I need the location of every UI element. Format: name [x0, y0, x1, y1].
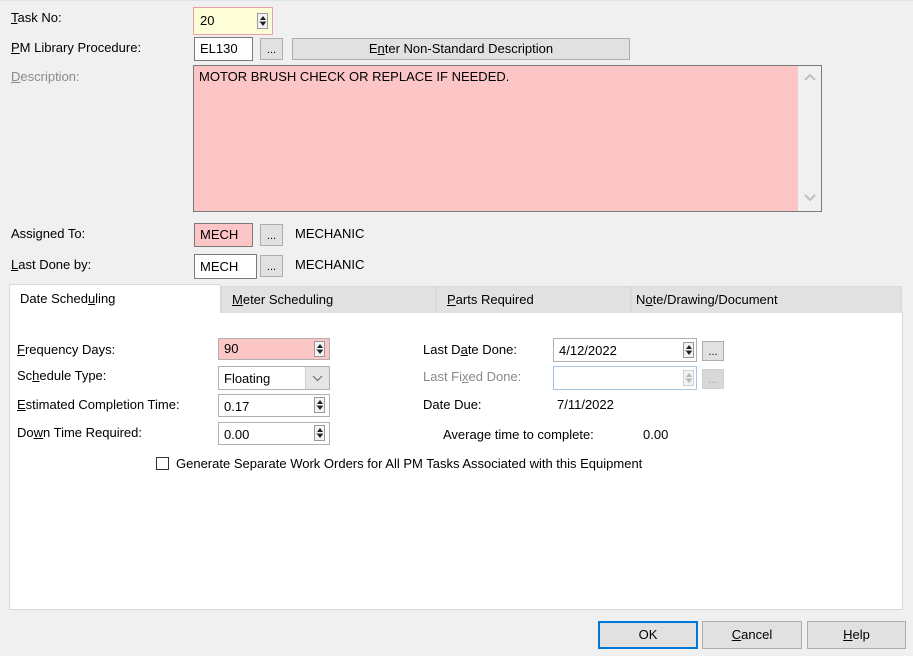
chevron-down-icon	[312, 375, 323, 382]
top-border	[0, 0, 913, 1]
frequency-days-spinner[interactable]	[314, 341, 325, 357]
pm-library-label: PM Library Procedure:	[11, 40, 142, 55]
assigned-to-input[interactable]: MECH	[194, 223, 253, 247]
cancel-button[interactable]: Cancel	[702, 621, 802, 649]
last-done-by-name: MECHANIC	[295, 257, 365, 272]
last-fixed-done-spinner[interactable]	[683, 370, 694, 386]
task-no-label: Task No:	[11, 10, 62, 25]
ok-button[interactable]: OK	[598, 621, 698, 649]
description-label: Description:	[11, 69, 80, 84]
last-date-done-input[interactable]: 4/12/2022	[553, 338, 697, 362]
description-scrollbar[interactable]	[799, 66, 821, 211]
last-date-done-label: Last Date Done:	[423, 342, 517, 357]
last-done-by-label: Last Done by:	[11, 257, 92, 272]
help-button[interactable]: Help	[807, 621, 906, 649]
last-done-by-input[interactable]: MECH	[194, 254, 257, 279]
generate-separate-work-orders-checkbox[interactable]	[156, 457, 169, 470]
description-text-area-body[interactable]: MOTOR BRUSH CHECK OR REPLACE IF NEEDED.	[194, 66, 798, 211]
estimated-completion-time-label: Estimated Completion Time:	[17, 397, 180, 412]
pm-library-browse-button[interactable]: ...	[260, 38, 283, 60]
estimated-completion-time-spinner[interactable]	[314, 397, 325, 413]
enter-non-standard-description-button[interactable]: Enter Non-Standard Description	[292, 38, 630, 60]
description-textarea[interactable]: MOTOR BRUSH CHECK OR REPLACE IF NEEDED.	[193, 65, 822, 212]
last-date-done-browse-button[interactable]: ...	[702, 341, 724, 361]
task-no-value: 20	[200, 13, 215, 28]
description-text: MOTOR BRUSH CHECK OR REPLACE IF NEEDED.	[199, 69, 510, 84]
assigned-to-label: Assigned To:	[11, 226, 86, 241]
schedule-type-label: Schedule Type:	[17, 368, 107, 383]
tab-date-scheduling[interactable]: Date Scheduling	[9, 284, 221, 313]
generate-separate-work-orders-label[interactable]: Generate Separate Work Orders for All PM…	[176, 456, 642, 472]
down-time-required-spinner[interactable]	[314, 425, 325, 441]
scroll-up-icon[interactable]	[804, 73, 816, 81]
scroll-down-icon[interactable]	[804, 194, 816, 202]
last-fixed-done-input[interactable]	[553, 366, 697, 390]
date-due-value: 7/11/2022	[557, 397, 614, 412]
assigned-to-browse-button[interactable]: ...	[260, 224, 283, 246]
assigned-to-name: MECHANIC	[295, 226, 365, 241]
tab-note-drawing-document[interactable]: Note/Drawing/Document	[631, 286, 902, 313]
schedule-type-dropdown-button[interactable]	[305, 367, 329, 389]
last-done-by-browse-button[interactable]: ...	[260, 255, 283, 277]
average-time-value: 0.00	[643, 427, 669, 442]
frequency-days-label: Frequency Days:	[17, 342, 116, 357]
task-no-spinner[interactable]	[257, 13, 268, 29]
pm-library-input[interactable]: EL130	[194, 37, 253, 61]
task-no-field[interactable]: 20	[193, 7, 273, 35]
average-time-label: Average time to complete:	[443, 427, 594, 442]
last-fixed-done-browse-button[interactable]: ...	[702, 369, 724, 389]
date-due-label: Date Due:	[423, 397, 482, 412]
tab-parts-required[interactable]: Parts Required	[436, 286, 631, 313]
tab-meter-scheduling[interactable]: Meter Scheduling	[221, 286, 436, 313]
down-time-required-label: Down Time Required:	[17, 425, 143, 440]
last-date-done-spinner[interactable]	[683, 342, 694, 358]
last-fixed-done-label: Last Fixed Done:	[423, 369, 522, 384]
